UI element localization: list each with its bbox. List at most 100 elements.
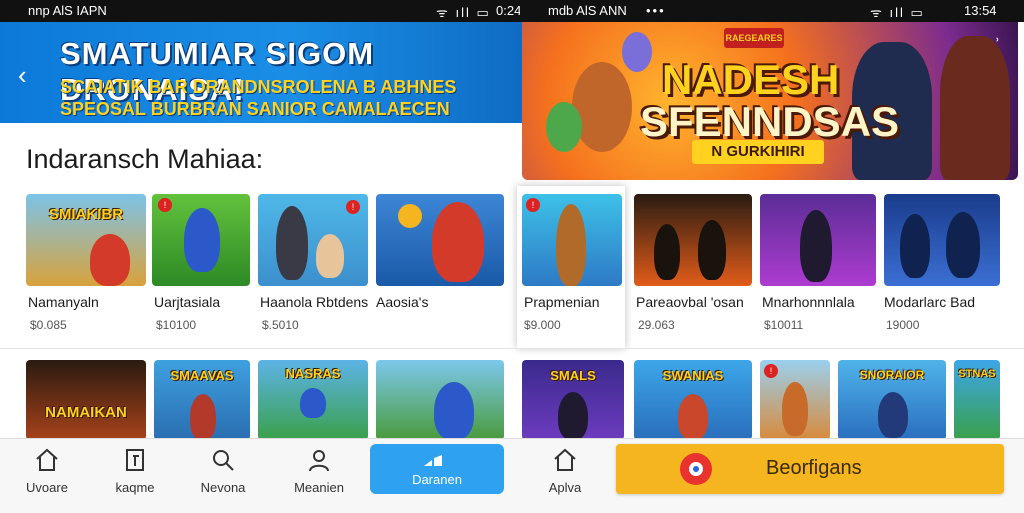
- app-tile[interactable]: !: [522, 194, 622, 286]
- banner-subtitle-1: SCAIATIK BAR DRANDNSROLENA B ABHNES: [60, 77, 457, 97]
- character-icon: [316, 234, 344, 278]
- app-price: 19000: [886, 318, 920, 332]
- nav-home-2[interactable]: Aplva: [520, 446, 610, 504]
- app-name[interactable]: Aaosia's: [376, 294, 428, 310]
- app-tile[interactable]: [634, 194, 752, 286]
- app-tile[interactable]: SWANIAS: [634, 360, 752, 440]
- badge-icon: !: [526, 198, 540, 212]
- close-icon[interactable]: ʾ: [994, 36, 1001, 59]
- app-name[interactable]: Mnarhonnnlala: [762, 294, 855, 310]
- banner-subtitle-2: SPEOSAL BURBRAN SANIOR CAMALAECEN: [60, 99, 450, 119]
- carrier-label: nnp AlS IAPN: [28, 3, 107, 18]
- status-bar-left: nnp AlS IAPN ᯤ ıll ▭ 0:249: [0, 0, 529, 22]
- app-name[interactable]: Uarjtasiala: [154, 294, 220, 310]
- character-icon: [300, 388, 326, 418]
- badge-icon: !: [346, 200, 360, 214]
- nav-kaqme-label: kaqme: [115, 480, 155, 495]
- app-tile[interactable]: [884, 194, 1000, 286]
- app-tile[interactable]: !: [760, 360, 830, 440]
- app-price: $10011: [764, 318, 804, 332]
- tile-art-text: SMAAVAS: [170, 368, 234, 383]
- app-name[interactable]: Namanyaln: [28, 294, 99, 310]
- tile-art-text: SMALS: [550, 368, 596, 383]
- row-divider: [0, 348, 1024, 349]
- nav-profile[interactable]: Meanien: [274, 446, 364, 504]
- character-icon: [800, 210, 832, 282]
- nav-home[interactable]: Uvoare: [2, 446, 92, 504]
- badge-icon: !: [158, 198, 172, 212]
- tile-art-text: SMIAKIBR: [48, 206, 124, 223]
- user-icon: [274, 446, 364, 476]
- character-icon: [190, 394, 216, 440]
- app-tile[interactable]: SMIAKIBR: [26, 194, 146, 286]
- character-icon: [558, 392, 588, 440]
- cta-button[interactable]: Beorfigans: [616, 444, 1004, 494]
- app-tile[interactable]: NASRAS: [258, 360, 368, 440]
- app-tile[interactable]: !: [152, 194, 250, 286]
- character-icon: [654, 224, 680, 280]
- nav-home-label: Uvoare: [26, 480, 68, 495]
- app-tile[interactable]: SMAAVAS: [154, 360, 250, 440]
- character-icon: [698, 220, 726, 280]
- banner-right-badge: N GURKIHIRI: [692, 140, 824, 164]
- app-price: $.5010: [262, 318, 299, 332]
- app-price: $9.000: [524, 318, 561, 332]
- promo-banner-right[interactable]: RAEGEARES NADESH SFENNDSAS N GURKIHIRI ʾ: [522, 22, 1018, 180]
- search-icon: [178, 446, 268, 476]
- app-name[interactable]: Haanola Rbtdens: [260, 294, 368, 310]
- character-icon: [782, 382, 808, 436]
- tile-art-text: STNAS: [958, 368, 996, 380]
- more-dots-icon: •••: [646, 3, 666, 18]
- character-icon: [900, 214, 930, 278]
- app-tile[interactable]: [760, 194, 876, 286]
- app-price: 29.063: [638, 318, 675, 332]
- signal-icon-right: ᯤ ıll ▭: [870, 5, 925, 20]
- character-icon: [946, 212, 980, 278]
- app-tile[interactable]: SNORAIOR: [838, 360, 946, 440]
- app-tile[interactable]: NAMAIKAN: [26, 360, 146, 440]
- carrier-label-right: mdb AlS ANN: [548, 3, 627, 18]
- app-name[interactable]: Pareaovbal 'osan: [636, 294, 744, 310]
- character-icon: [556, 204, 586, 286]
- status-bar-right: mdb AlS ANN ••• ᯤ ıll ▭ 13:54: [520, 0, 1024, 22]
- banner-right-title-2: SFENNDSAS: [640, 98, 900, 145]
- promo-banner-left[interactable]: ‹ SMATUMIAR SIGOM DRONAISA! SCAIATIK BAR…: [0, 22, 522, 123]
- tile-art-text: NASRAS: [285, 366, 341, 381]
- chart-icon: [424, 455, 442, 466]
- home-icon: [2, 446, 92, 476]
- character-icon: [276, 206, 308, 280]
- character-icon: [878, 392, 908, 438]
- primary-nav-label: Daranen: [412, 472, 462, 487]
- app-price: $0.085: [30, 318, 67, 332]
- page-icon: [90, 446, 180, 476]
- tile-art-text: SWANIAS: [662, 368, 724, 383]
- app-tile[interactable]: SMALS: [522, 360, 624, 440]
- cartoon-character-illustration: [546, 102, 582, 152]
- clock-right: 13:54: [964, 3, 997, 18]
- nav-kaqme[interactable]: kaqme: [90, 446, 180, 504]
- character-icon: [678, 394, 708, 440]
- sun-icon: [398, 204, 422, 228]
- badge-icon: !: [764, 364, 778, 378]
- app-tile[interactable]: STNAS: [954, 360, 1000, 440]
- character-icon: [90, 234, 130, 286]
- character-icon: [432, 202, 484, 282]
- back-arrow-icon[interactable]: ‹: [18, 60, 27, 91]
- app-tile[interactable]: [376, 360, 504, 440]
- app-name[interactable]: Modarlarc Bad: [884, 294, 975, 310]
- target-icon: [680, 453, 712, 485]
- app-tile[interactable]: !: [258, 194, 368, 286]
- character-icon: [184, 208, 220, 272]
- nav-search-label: Nevona: [200, 480, 246, 495]
- cta-label: Beorfigans: [766, 457, 862, 479]
- tile-art-text: SNORAIOR: [859, 368, 925, 382]
- home-icon: [520, 446, 610, 476]
- character-icon: [434, 382, 474, 440]
- app-name[interactable]: Prapmenian: [524, 294, 600, 310]
- signal-icon: ᯤ ıll ▭: [436, 5, 491, 20]
- cartoon-character-illustration: [572, 62, 632, 152]
- primary-nav-button[interactable]: Daranen: [370, 444, 504, 494]
- nav-search[interactable]: Nevona: [178, 446, 268, 504]
- section-title: Indaransch Mahiaa:: [26, 144, 264, 174]
- app-tile[interactable]: [376, 194, 504, 286]
